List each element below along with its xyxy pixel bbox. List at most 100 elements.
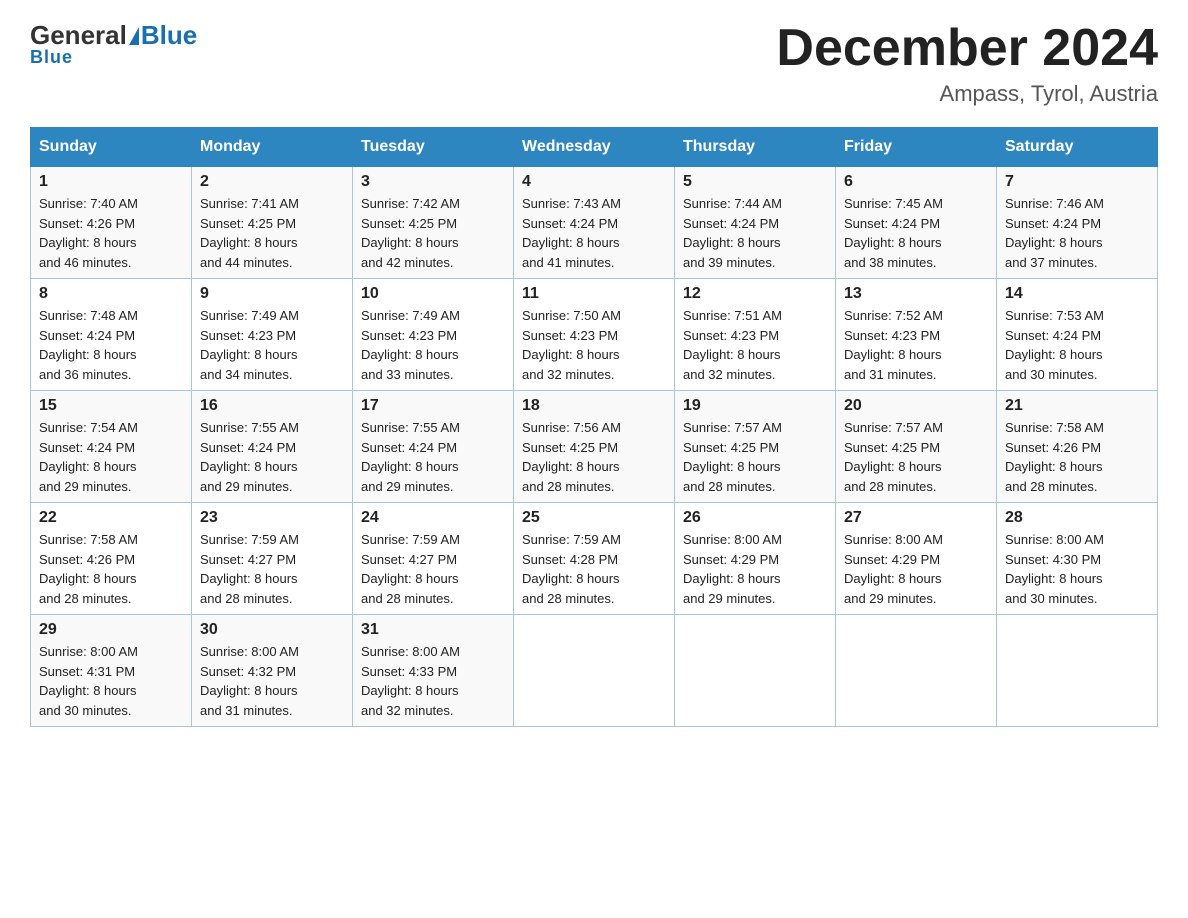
weekday-header-saturday: Saturday <box>997 128 1158 167</box>
day-number: 25 <box>522 509 666 527</box>
calendar-cell: 22 Sunrise: 7:58 AM Sunset: 4:26 PM Dayl… <box>31 503 192 615</box>
day-info: Sunrise: 7:45 AM Sunset: 4:24 PM Dayligh… <box>844 194 988 272</box>
logo-triangle-icon <box>129 27 139 45</box>
calendar-cell: 20 Sunrise: 7:57 AM Sunset: 4:25 PM Dayl… <box>836 391 997 503</box>
calendar-week-row: 22 Sunrise: 7:58 AM Sunset: 4:26 PM Dayl… <box>31 503 1158 615</box>
calendar-cell: 23 Sunrise: 7:59 AM Sunset: 4:27 PM Dayl… <box>192 503 353 615</box>
title-area: December 2024 Ampass, Tyrol, Austria <box>776 20 1158 107</box>
calendar-cell: 21 Sunrise: 7:58 AM Sunset: 4:26 PM Dayl… <box>997 391 1158 503</box>
day-number: 8 <box>39 285 183 303</box>
calendar-cell: 18 Sunrise: 7:56 AM Sunset: 4:25 PM Dayl… <box>514 391 675 503</box>
day-info: Sunrise: 7:55 AM Sunset: 4:24 PM Dayligh… <box>361 418 505 496</box>
calendar-cell: 30 Sunrise: 8:00 AM Sunset: 4:32 PM Dayl… <box>192 615 353 727</box>
day-number: 13 <box>844 285 988 303</box>
day-number: 18 <box>522 397 666 415</box>
calendar-cell: 27 Sunrise: 8:00 AM Sunset: 4:29 PM Dayl… <box>836 503 997 615</box>
day-info: Sunrise: 7:54 AM Sunset: 4:24 PM Dayligh… <box>39 418 183 496</box>
day-info: Sunrise: 7:59 AM Sunset: 4:28 PM Dayligh… <box>522 530 666 608</box>
weekday-header-sunday: Sunday <box>31 128 192 167</box>
calendar-cell <box>675 615 836 727</box>
day-number: 9 <box>200 285 344 303</box>
day-info: Sunrise: 7:51 AM Sunset: 4:23 PM Dayligh… <box>683 306 827 384</box>
day-info: Sunrise: 7:49 AM Sunset: 4:23 PM Dayligh… <box>200 306 344 384</box>
weekday-header-wednesday: Wednesday <box>514 128 675 167</box>
month-title: December 2024 <box>776 20 1158 77</box>
day-number: 5 <box>683 173 827 191</box>
day-info: Sunrise: 8:00 AM Sunset: 4:31 PM Dayligh… <box>39 642 183 720</box>
weekday-header-monday: Monday <box>192 128 353 167</box>
day-number: 2 <box>200 173 344 191</box>
day-info: Sunrise: 8:00 AM Sunset: 4:29 PM Dayligh… <box>683 530 827 608</box>
weekday-header-row: SundayMondayTuesdayWednesdayThursdayFrid… <box>31 128 1158 167</box>
day-number: 28 <box>1005 509 1149 527</box>
day-number: 4 <box>522 173 666 191</box>
day-number: 7 <box>1005 173 1149 191</box>
day-info: Sunrise: 7:52 AM Sunset: 4:23 PM Dayligh… <box>844 306 988 384</box>
calendar-cell: 7 Sunrise: 7:46 AM Sunset: 4:24 PM Dayli… <box>997 167 1158 279</box>
day-number: 15 <box>39 397 183 415</box>
day-info: Sunrise: 8:00 AM Sunset: 4:29 PM Dayligh… <box>844 530 988 608</box>
day-number: 12 <box>683 285 827 303</box>
day-info: Sunrise: 7:57 AM Sunset: 4:25 PM Dayligh… <box>683 418 827 496</box>
logo: General Blue Blue <box>30 20 197 68</box>
day-info: Sunrise: 7:48 AM Sunset: 4:24 PM Dayligh… <box>39 306 183 384</box>
calendar-cell: 8 Sunrise: 7:48 AM Sunset: 4:24 PM Dayli… <box>31 279 192 391</box>
calendar-cell: 2 Sunrise: 7:41 AM Sunset: 4:25 PM Dayli… <box>192 167 353 279</box>
day-number: 20 <box>844 397 988 415</box>
day-info: Sunrise: 7:40 AM Sunset: 4:26 PM Dayligh… <box>39 194 183 272</box>
calendar-week-row: 15 Sunrise: 7:54 AM Sunset: 4:24 PM Dayl… <box>31 391 1158 503</box>
day-number: 31 <box>361 621 505 639</box>
day-number: 10 <box>361 285 505 303</box>
calendar-cell: 12 Sunrise: 7:51 AM Sunset: 4:23 PM Dayl… <box>675 279 836 391</box>
day-info: Sunrise: 7:42 AM Sunset: 4:25 PM Dayligh… <box>361 194 505 272</box>
day-info: Sunrise: 7:58 AM Sunset: 4:26 PM Dayligh… <box>39 530 183 608</box>
day-info: Sunrise: 7:59 AM Sunset: 4:27 PM Dayligh… <box>361 530 505 608</box>
page-header: General Blue Blue December 2024 Ampass, … <box>30 20 1158 107</box>
calendar-week-row: 29 Sunrise: 8:00 AM Sunset: 4:31 PM Dayl… <box>31 615 1158 727</box>
logo-blue-text: Blue <box>141 20 197 51</box>
day-number: 19 <box>683 397 827 415</box>
day-number: 14 <box>1005 285 1149 303</box>
calendar-cell: 5 Sunrise: 7:44 AM Sunset: 4:24 PM Dayli… <box>675 167 836 279</box>
day-number: 23 <box>200 509 344 527</box>
calendar-cell: 14 Sunrise: 7:53 AM Sunset: 4:24 PM Dayl… <box>997 279 1158 391</box>
day-number: 29 <box>39 621 183 639</box>
day-number: 16 <box>200 397 344 415</box>
day-info: Sunrise: 7:44 AM Sunset: 4:24 PM Dayligh… <box>683 194 827 272</box>
calendar-cell <box>514 615 675 727</box>
calendar-week-row: 8 Sunrise: 7:48 AM Sunset: 4:24 PM Dayli… <box>31 279 1158 391</box>
day-info: Sunrise: 7:57 AM Sunset: 4:25 PM Dayligh… <box>844 418 988 496</box>
day-number: 21 <box>1005 397 1149 415</box>
day-number: 17 <box>361 397 505 415</box>
weekday-header-thursday: Thursday <box>675 128 836 167</box>
calendar-cell: 15 Sunrise: 7:54 AM Sunset: 4:24 PM Dayl… <box>31 391 192 503</box>
calendar-cell <box>836 615 997 727</box>
day-number: 1 <box>39 173 183 191</box>
calendar-cell: 24 Sunrise: 7:59 AM Sunset: 4:27 PM Dayl… <box>353 503 514 615</box>
day-number: 6 <box>844 173 988 191</box>
day-number: 30 <box>200 621 344 639</box>
day-info: Sunrise: 7:53 AM Sunset: 4:24 PM Dayligh… <box>1005 306 1149 384</box>
day-info: Sunrise: 7:58 AM Sunset: 4:26 PM Dayligh… <box>1005 418 1149 496</box>
calendar-cell: 19 Sunrise: 7:57 AM Sunset: 4:25 PM Dayl… <box>675 391 836 503</box>
calendar-week-row: 1 Sunrise: 7:40 AM Sunset: 4:26 PM Dayli… <box>31 167 1158 279</box>
calendar-cell: 31 Sunrise: 8:00 AM Sunset: 4:33 PM Dayl… <box>353 615 514 727</box>
day-info: Sunrise: 7:46 AM Sunset: 4:24 PM Dayligh… <box>1005 194 1149 272</box>
calendar-cell: 11 Sunrise: 7:50 AM Sunset: 4:23 PM Dayl… <box>514 279 675 391</box>
day-info: Sunrise: 8:00 AM Sunset: 4:33 PM Dayligh… <box>361 642 505 720</box>
calendar-cell: 17 Sunrise: 7:55 AM Sunset: 4:24 PM Dayl… <box>353 391 514 503</box>
calendar-cell: 13 Sunrise: 7:52 AM Sunset: 4:23 PM Dayl… <box>836 279 997 391</box>
day-number: 22 <box>39 509 183 527</box>
calendar-cell <box>997 615 1158 727</box>
calendar-cell: 4 Sunrise: 7:43 AM Sunset: 4:24 PM Dayli… <box>514 167 675 279</box>
day-info: Sunrise: 8:00 AM Sunset: 4:32 PM Dayligh… <box>200 642 344 720</box>
calendar-cell: 1 Sunrise: 7:40 AM Sunset: 4:26 PM Dayli… <box>31 167 192 279</box>
calendar-cell: 3 Sunrise: 7:42 AM Sunset: 4:25 PM Dayli… <box>353 167 514 279</box>
calendar-table: SundayMondayTuesdayWednesdayThursdayFrid… <box>30 127 1158 727</box>
day-number: 26 <box>683 509 827 527</box>
day-info: Sunrise: 7:41 AM Sunset: 4:25 PM Dayligh… <box>200 194 344 272</box>
day-number: 27 <box>844 509 988 527</box>
day-number: 24 <box>361 509 505 527</box>
calendar-cell: 6 Sunrise: 7:45 AM Sunset: 4:24 PM Dayli… <box>836 167 997 279</box>
calendar-cell: 28 Sunrise: 8:00 AM Sunset: 4:30 PM Dayl… <box>997 503 1158 615</box>
